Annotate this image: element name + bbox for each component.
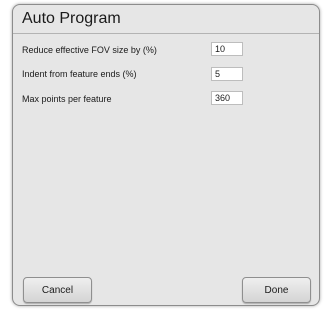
dialog-title-bar: Auto Program xyxy=(13,5,319,34)
indent-label: Indent from feature ends (%) xyxy=(22,69,137,79)
cancel-button[interactable]: Cancel xyxy=(23,277,92,303)
reduce-fov-label: Reduce effective FOV size by (%) xyxy=(22,45,157,55)
max-points-input[interactable] xyxy=(211,91,243,105)
auto-program-dialog: Auto Program Reduce effective FOV size b… xyxy=(12,4,320,306)
max-points-label: Max points per feature xyxy=(22,94,112,104)
reduce-fov-input[interactable] xyxy=(211,42,243,56)
dialog-title: Auto Program xyxy=(22,10,121,27)
indent-input[interactable] xyxy=(211,67,243,81)
done-button[interactable]: Done xyxy=(242,277,311,303)
